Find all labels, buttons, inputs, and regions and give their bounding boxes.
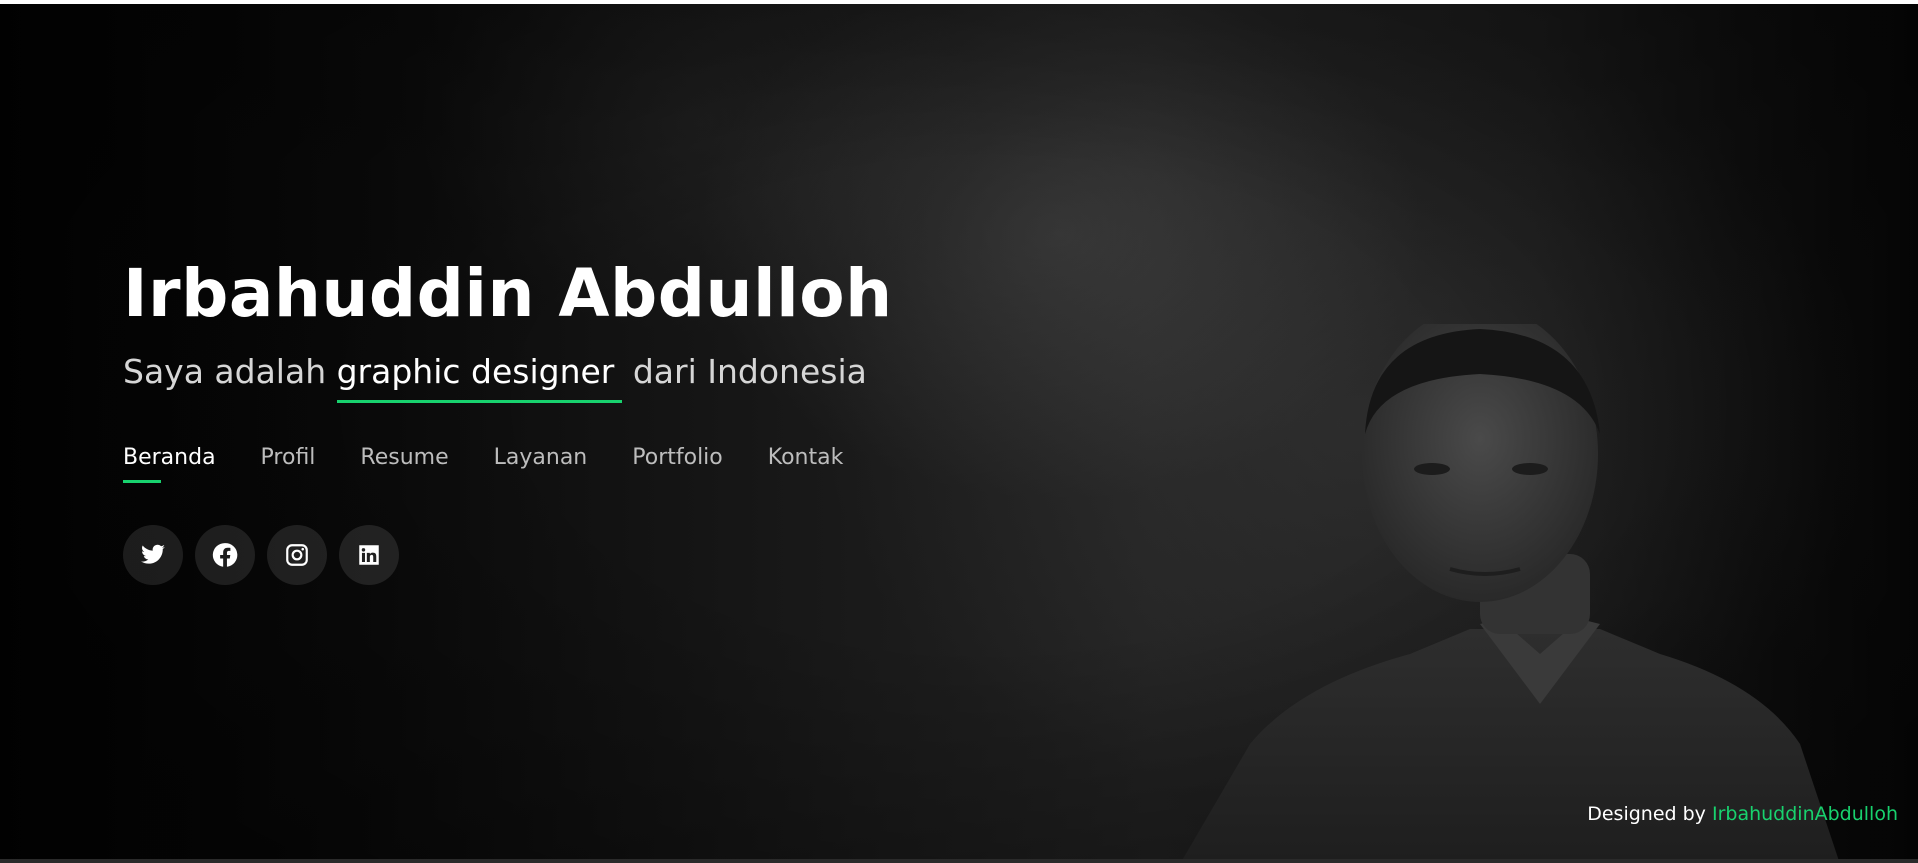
facebook-link[interactable] <box>195 525 255 585</box>
hero-name: Irbahuddin Abdulloh <box>123 255 893 332</box>
twitter-link[interactable] <box>123 525 183 585</box>
nav-item-profil[interactable]: Profil <box>261 443 316 483</box>
hero-section: Irbahuddin Abdulloh Saya adalah graphic … <box>0 4 1918 859</box>
tagline-prefix: Saya adalah <box>123 352 327 391</box>
instagram-icon <box>286 544 308 566</box>
tagline-typed-text: graphic designer <box>336 350 623 403</box>
linkedin-link[interactable] <box>339 525 399 585</box>
portrait-image <box>1182 324 1839 859</box>
hero-tagline: Saya adalah graphic designer dari Indone… <box>123 350 893 403</box>
nav-item-portfolio[interactable]: Portfolio <box>632 443 723 483</box>
main-nav: Beranda Profil Resume Layanan Portfolio … <box>123 443 893 483</box>
credits-prefix: Designed by <box>1587 803 1706 825</box>
hero-content: Irbahuddin Abdulloh Saya adalah graphic … <box>123 254 893 585</box>
bottom-border <box>0 859 1918 863</box>
twitter-icon <box>141 544 166 564</box>
social-links <box>123 525 893 585</box>
nav-item-resume[interactable]: Resume <box>360 443 448 483</box>
tagline-suffix: dari Indonesia <box>632 352 867 391</box>
instagram-link[interactable] <box>267 525 327 585</box>
footer-credits: Designed by IrbahuddinAbdulloh <box>1587 803 1898 825</box>
credits-author-link[interactable]: IrbahuddinAbdulloh <box>1712 803 1898 825</box>
nav-item-beranda[interactable]: Beranda <box>123 443 216 483</box>
facebook-icon <box>212 543 238 567</box>
nav-item-kontak[interactable]: Kontak <box>768 443 844 483</box>
nav-item-layanan[interactable]: Layanan <box>494 443 588 483</box>
linkedin-icon <box>359 545 379 565</box>
